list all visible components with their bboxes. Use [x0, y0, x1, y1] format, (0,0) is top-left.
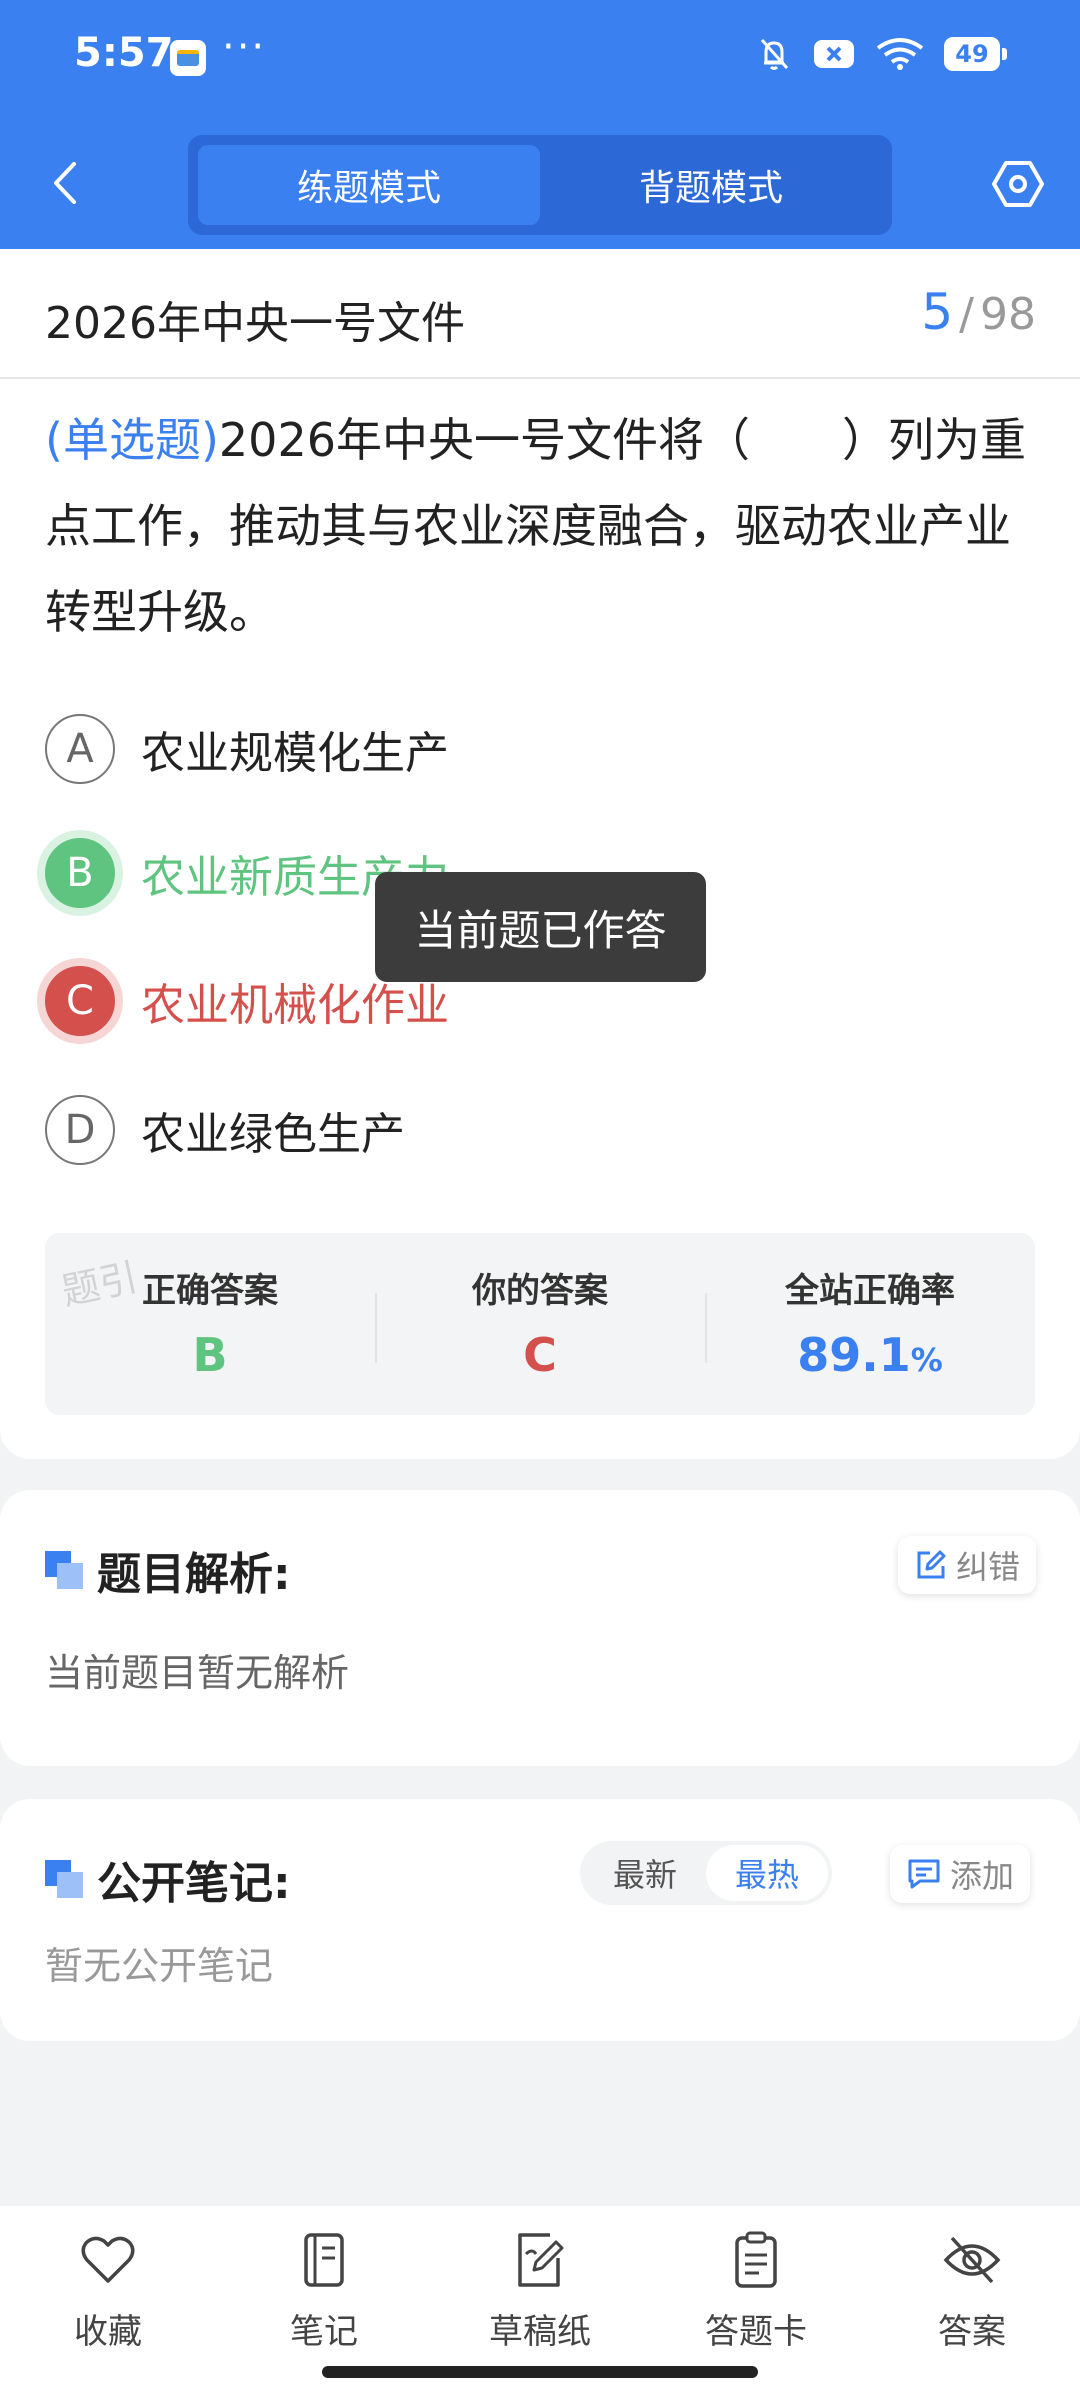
- your-answer-value: C: [523, 1328, 557, 1382]
- accuracy-panel: 全站正确率 89.1%: [705, 1233, 1035, 1415]
- correct-answer-value: B: [192, 1328, 228, 1382]
- analysis-card: 题目解析: 纠错 当前题目暂无解析: [0, 1490, 1080, 1766]
- add-note-label: 添加: [950, 1857, 1015, 1895]
- section-square-icon: [45, 1860, 83, 1898]
- question-title-row: 2026年中央一号文件 5/98: [0, 249, 1080, 379]
- option-letter: B: [45, 838, 115, 908]
- option-a[interactable]: A 农业规模化生产: [45, 712, 449, 786]
- status-icons: 49: [754, 34, 1007, 74]
- wallet-app-icon: [170, 40, 206, 76]
- battery-indicator: 49: [944, 37, 1007, 71]
- show-answer-button[interactable]: 答案: [864, 2206, 1080, 2400]
- option-letter: D: [45, 1095, 115, 1165]
- accuracy-value: 89.1%: [797, 1328, 943, 1382]
- notes-title: 公开笔记:: [97, 1858, 291, 1909]
- comment-icon: [908, 1859, 940, 1889]
- sim-x-icon: [814, 40, 854, 68]
- favorite-button[interactable]: 收藏: [0, 2206, 216, 2400]
- answered-toast: 当前题已作答: [375, 872, 706, 982]
- accuracy-unit: %: [910, 1341, 943, 1379]
- back-button[interactable]: [40, 158, 90, 208]
- chevron-left-icon: [54, 162, 76, 204]
- analysis-body: 当前题目暂无解析: [45, 1651, 350, 1695]
- report-error-button[interactable]: 纠错: [898, 1536, 1037, 1594]
- sort-hottest[interactable]: 最热: [706, 1845, 828, 1901]
- note-label: 笔记: [290, 2312, 358, 2352]
- favorite-label: 收藏: [74, 2312, 142, 2352]
- answer-sheet-icon: [726, 2230, 786, 2290]
- question-set-title: 2026年中央一号文件: [45, 298, 465, 349]
- notes-sort-toggle: 最新 最热: [580, 1841, 832, 1905]
- question-text: (单选题)2026年中央一号文件将（ ）列为重点工作，推动其与农业深度融合，驱动…: [45, 397, 1039, 655]
- your-answer-label: 你的答案: [472, 1271, 608, 1311]
- question-progress[interactable]: 5/98: [921, 283, 1036, 341]
- current-question-number: 5: [921, 283, 954, 341]
- notebook-icon: [294, 2230, 354, 2290]
- answer-summary: 正确答案 B 你的答案 C 全站正确率 89.1%: [45, 1233, 1035, 1415]
- draft-paper-label: 草稿纸: [489, 2312, 591, 2352]
- status-more: ···: [222, 24, 267, 70]
- notes-header: 公开笔记:: [45, 1847, 291, 1911]
- accuracy-label: 全站正确率: [785, 1271, 955, 1311]
- edit-icon: [917, 1550, 946, 1579]
- option-letter: C: [45, 966, 115, 1036]
- sort-latest[interactable]: 最新: [584, 1845, 706, 1901]
- settings-icon: [992, 161, 1044, 207]
- analysis-title: 题目解析:: [97, 1549, 291, 1600]
- heart-icon: [78, 2230, 138, 2290]
- progress-separator: /: [959, 289, 974, 340]
- app-header: 5:57 ··· 49 练题模式 背题模式: [0, 0, 1080, 249]
- report-error-label: 纠错: [956, 1548, 1021, 1586]
- mode-switch: 练题模式 背题模式: [188, 135, 892, 235]
- draft-paper-icon: [510, 2230, 570, 2290]
- home-indicator[interactable]: [322, 2366, 758, 2378]
- option-d[interactable]: D 农业绿色生产: [45, 1093, 405, 1167]
- add-note-button[interactable]: 添加: [890, 1845, 1031, 1903]
- accuracy-number: 89.1: [797, 1328, 911, 1382]
- question-type: (单选题): [45, 413, 219, 467]
- bell-off-icon: [760, 39, 789, 70]
- option-text: 农业规模化生产: [141, 728, 449, 779]
- analysis-header: 题目解析:: [45, 1538, 291, 1602]
- tab-memorize-mode[interactable]: 背题模式: [540, 145, 882, 225]
- public-notes-card: 公开笔记: 最新 最热 添加 暂无公开笔记: [0, 1799, 1080, 2041]
- option-letter: A: [45, 714, 115, 784]
- correct-answer-label: 正确答案: [142, 1271, 278, 1311]
- option-text: 农业绿色生产: [141, 1109, 405, 1160]
- eye-off-icon: [942, 2230, 1002, 2290]
- show-answer-label: 答案: [938, 2312, 1006, 2352]
- status-time: 5:57: [74, 30, 174, 76]
- tab-practice-mode[interactable]: 练题模式: [198, 145, 540, 225]
- wifi-icon: [876, 38, 924, 70]
- notes-body: 暂无公开笔记: [45, 1944, 274, 1988]
- your-answer-panel: 你的答案 C: [375, 1233, 705, 1415]
- answer-sheet-label: 答题卡: [705, 2312, 807, 2352]
- total-question-count: 98: [980, 289, 1036, 340]
- section-square-icon: [45, 1551, 83, 1589]
- settings-button[interactable]: [990, 156, 1046, 212]
